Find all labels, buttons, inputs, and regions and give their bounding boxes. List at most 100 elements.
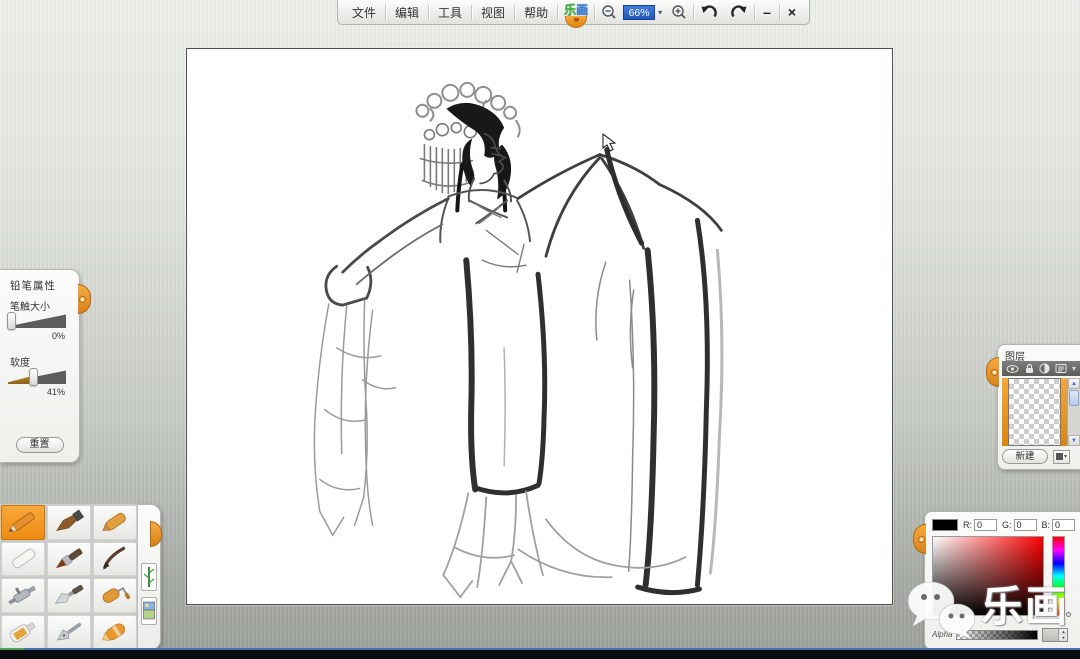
layers-toolbar: ▾: [1002, 361, 1080, 376]
palette-side-strip: [138, 504, 162, 650]
redo-icon: [731, 5, 747, 18]
menu-tools[interactable]: 工具: [429, 1, 471, 24]
logo-smile-shape: [565, 16, 588, 28]
scroll-up-button[interactable]: ▲: [1068, 378, 1080, 389]
hue-marker-left[interactable]: [1048, 612, 1053, 617]
panel-collapse-tab[interactable]: [913, 524, 926, 554]
color-panel: R: G: B: Alpha ▲ ▼: [913, 511, 1080, 650]
softness-slider[interactable]: [8, 368, 66, 386]
alpha-spinner-value: [1043, 628, 1059, 641]
new-layer-button[interactable]: 新建: [1002, 449, 1048, 464]
paintbrush-icon: [56, 548, 83, 568]
softness-value: 41%: [46, 387, 65, 397]
tool-paint-bottle[interactable]: [1, 614, 45, 649]
menu-file[interactable]: 文件: [343, 1, 385, 24]
magnifier-plus-icon: [672, 5, 686, 19]
hue-slider[interactable]: [1052, 536, 1065, 616]
hue-marker-right[interactable]: [1066, 612, 1071, 617]
airbrush-icon: [8, 585, 37, 605]
zoom-out-button[interactable]: [595, 2, 623, 22]
softness-slider-handle[interactable]: [29, 368, 38, 386]
brush-size-slider[interactable]: [7, 312, 66, 330]
scroll-track[interactable]: [1068, 389, 1080, 435]
zoom-dropdown-caret[interactable]: ▾: [655, 8, 665, 17]
redo-button[interactable]: [724, 2, 754, 22]
softness-label: 软度: [10, 358, 30, 369]
scroll-thumb[interactable]: [1069, 390, 1079, 406]
panel-collapse-tab[interactable]: [78, 284, 91, 314]
b-label: B:: [1041, 519, 1051, 530]
tool-paintbrush[interactable]: [47, 541, 91, 576]
pencil-icon: [8, 512, 35, 533]
panel-collapse-tab[interactable]: [986, 357, 999, 387]
chalk-icon: [12, 548, 36, 568]
stamp-category-button[interactable]: [141, 597, 157, 625]
brush-size-slider-handle[interactable]: [7, 312, 16, 330]
spinner-down[interactable]: ▼: [1058, 634, 1068, 641]
brush-size-label: 笔触大小: [10, 302, 50, 313]
layer-menu-icon[interactable]: [1055, 363, 1067, 374]
close-button[interactable]: ×: [780, 3, 804, 21]
zoom-level-value[interactable]: 66%: [623, 4, 656, 20]
r-input[interactable]: [974, 518, 997, 531]
tool-palette-knife[interactable]: [47, 578, 91, 613]
tool-charcoal-stick[interactable]: [47, 505, 91, 540]
alpha-spinner-arrows[interactable]: ▲ ▼: [1058, 628, 1068, 641]
lock-icon[interactable]: [1024, 363, 1035, 374]
layers-panel: 图层 ▾ ▲ ▼ 新建 ▾: [986, 344, 1080, 470]
alpha-row: Alpha ▲ ▼: [932, 627, 1074, 642]
paint-bottle-icon: [9, 622, 36, 643]
tool-pencil[interactable]: [1, 505, 45, 540]
ink-pen-icon: [103, 546, 126, 570]
menu-help[interactable]: 帮助: [515, 1, 557, 24]
tool-chalk[interactable]: [1, 541, 45, 576]
tool-ink-pen[interactable]: [93, 541, 137, 576]
mouse-cursor-icon: [602, 133, 616, 152]
r-label: R:: [963, 519, 972, 530]
layer-square-icon: [1055, 453, 1063, 460]
layers-panel-footer: 新建 ▾: [1002, 448, 1076, 465]
brush-size-value: 0%: [51, 331, 65, 341]
main-toolbar: 文件 编辑 工具 视图 帮助 乐画 66% ▾ – ×: [337, 0, 811, 28]
layers-scrollbar[interactable]: ▲ ▼: [1067, 378, 1080, 446]
blend-contrast-icon[interactable]: [1039, 363, 1051, 374]
sv-picker-marker[interactable]: [928, 612, 933, 617]
minimize-button[interactable]: –: [755, 3, 779, 21]
alpha-slider[interactable]: [956, 629, 1039, 640]
undo-button[interactable]: [694, 2, 724, 22]
natural-media-category-button[interactable]: [141, 563, 157, 591]
video-progress-played: [0, 648, 24, 650]
zoom-in-button[interactable]: [665, 2, 693, 22]
layer-list: ▲ ▼: [1002, 378, 1080, 446]
saturation-value-picker[interactable]: [932, 536, 1044, 616]
layer-thumbnail[interactable]: [1008, 378, 1061, 446]
reset-button[interactable]: 重置: [15, 437, 64, 453]
current-color-swatch[interactable]: [932, 518, 958, 531]
drawing-canvas[interactable]: [186, 48, 893, 605]
roller-icon: [102, 587, 131, 604]
video-progress-bar[interactable]: [0, 648, 1080, 659]
layer-menu-caret[interactable]: ▾: [1072, 364, 1076, 373]
scroll-down-button[interactable]: ▼: [1068, 435, 1080, 446]
tool-roller[interactable]: [93, 578, 137, 613]
rgb-row: R: G: B:: [932, 518, 1076, 531]
logo-char-le: 乐: [564, 3, 577, 17]
tool-palette: [0, 504, 162, 650]
picture-stamp-icon: [143, 601, 155, 620]
g-input[interactable]: [1013, 518, 1037, 531]
brush-panel-title: 铅笔属性: [10, 280, 56, 292]
brush-properties-panel: 铅笔属性 笔触大小 0% 软度 41% 重置: [0, 269, 91, 463]
crayon-icon: [102, 513, 126, 532]
logo-char-hua: 画: [576, 3, 589, 17]
menu-edit[interactable]: 编辑: [386, 1, 428, 24]
b-input[interactable]: [1052, 518, 1076, 531]
tool-marker[interactable]: [93, 614, 137, 649]
tool-nib-pen[interactable]: [47, 614, 91, 649]
visibility-eye-icon[interactable]: [1006, 364, 1019, 374]
layer-options-button[interactable]: ▾: [1053, 449, 1070, 464]
tool-airbrush[interactable]: [1, 578, 45, 613]
palette-collapse-tab[interactable]: [150, 521, 162, 547]
menu-view[interactable]: 视图: [472, 1, 514, 24]
alpha-spinner[interactable]: ▲ ▼: [1042, 627, 1069, 642]
tool-crayon[interactable]: [93, 505, 137, 540]
